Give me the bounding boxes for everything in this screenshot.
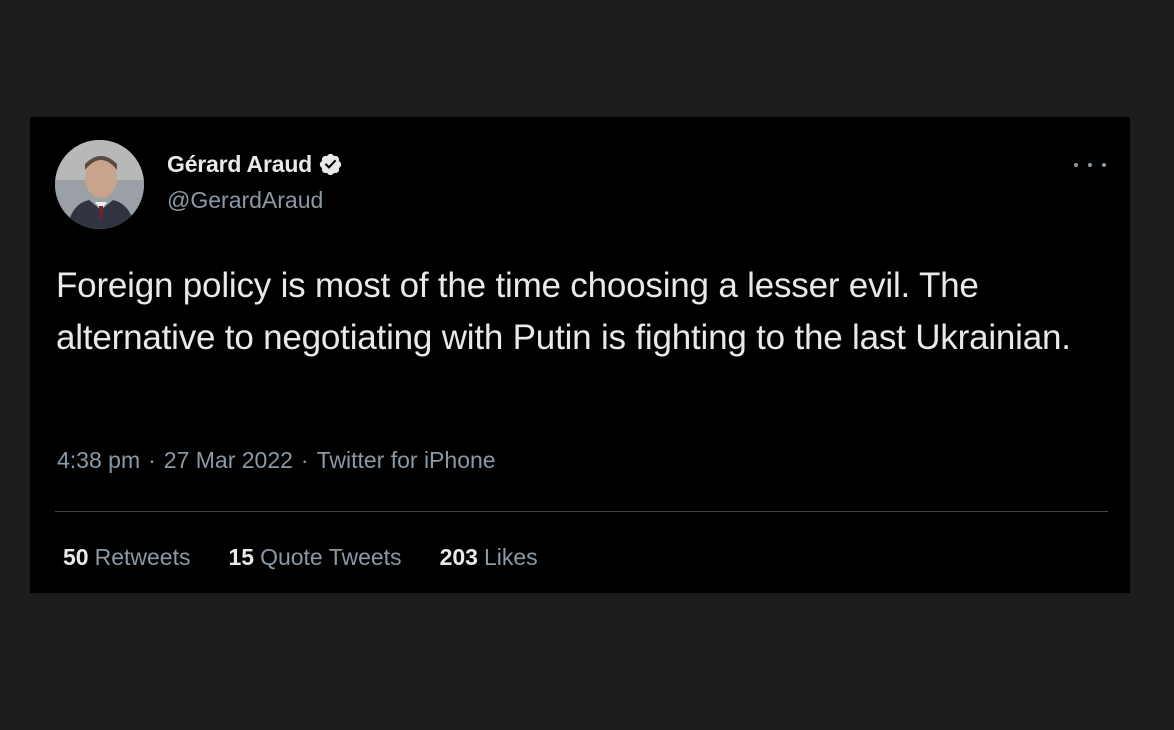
author-handle[interactable]: @GerardAraud: [167, 187, 323, 214]
more-options-icon-dot: [1102, 163, 1106, 167]
avatar[interactable]: [55, 140, 144, 229]
separator: ·: [148, 447, 156, 473]
more-options-button[interactable]: [1074, 155, 1106, 175]
likes-count: 203: [439, 544, 478, 570]
quote-tweets-count: 15: [228, 544, 255, 570]
profile-photo-icon: [55, 140, 144, 229]
retweets-label: Retweets: [94, 544, 191, 570]
retweets-count: 50: [63, 544, 89, 570]
likes-label: Likes: [483, 544, 538, 570]
tweet-metadata: 4:38 pm · 27 Mar 2022 · Twitter for iPho…: [57, 447, 496, 474]
author-name-row[interactable]: Gérard Araud: [167, 148, 343, 180]
more-options-icon-dot: [1088, 163, 1092, 167]
tweet-date[interactable]: 27 Mar 2022: [164, 447, 293, 474]
quote-tweets-stat[interactable]: 15 Quote Tweets: [228, 544, 401, 571]
tweet-card: Gérard Araud @GerardAraud Foreign policy…: [30, 117, 1130, 593]
separator: ·: [300, 447, 309, 473]
more-options-icon: [1074, 163, 1078, 167]
likes-stat[interactable]: 203 Likes: [440, 544, 538, 571]
tweet-text: Foreign policy is most of the time choos…: [56, 266, 1071, 357]
tweet-source-link[interactable]: Twitter for iPhone: [317, 447, 496, 474]
author-display-name[interactable]: Gérard Araud: [167, 151, 312, 178]
verified-badge-icon: [318, 152, 343, 177]
tweet-time[interactable]: 4:38 pm: [57, 447, 140, 474]
divider: [55, 511, 1108, 512]
retweets-stat[interactable]: 50 Retweets: [63, 544, 190, 571]
tweet-stats: 50 Retweets 15 Quote Tweets 203 Likes: [63, 544, 576, 571]
quote-tweets-label: Quote Tweets: [260, 544, 402, 570]
